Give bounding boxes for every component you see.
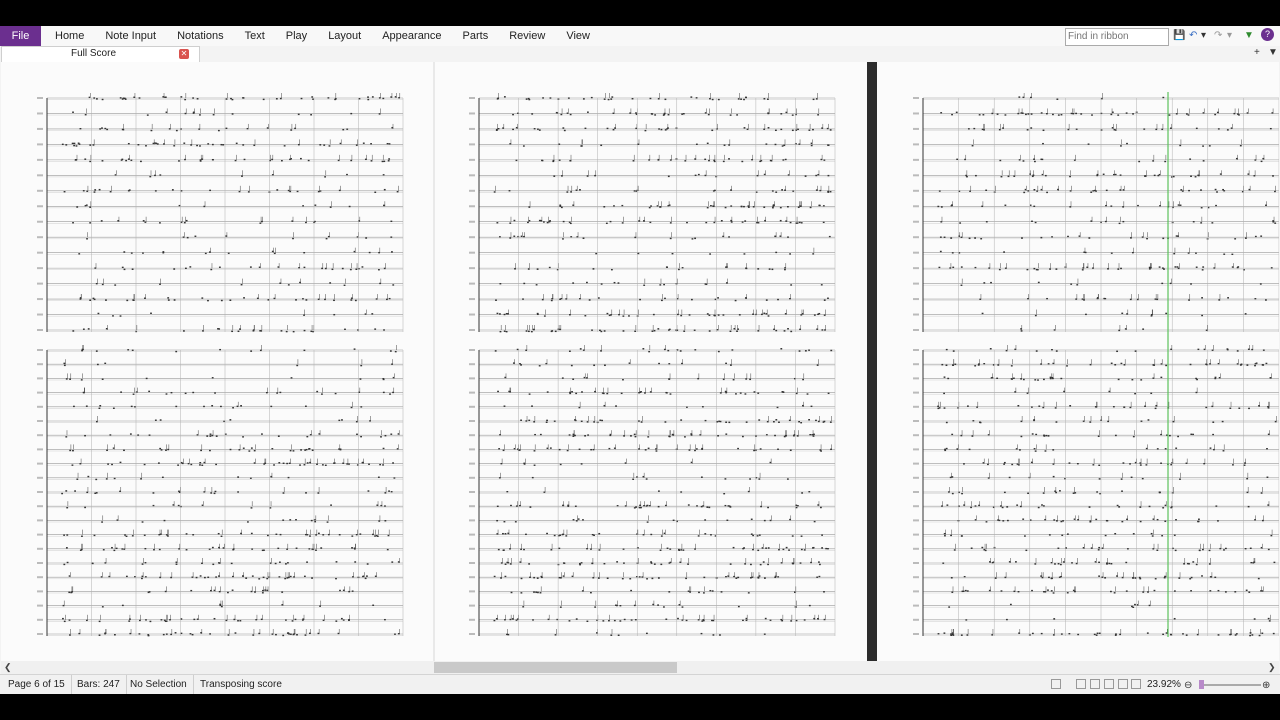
score-page-left xyxy=(1,62,433,661)
ribbon-bar: File Home Note Input Notations Text Play… xyxy=(0,26,1280,47)
new-tab-icon[interactable]: + xyxy=(1254,47,1260,58)
tab-play[interactable]: Play xyxy=(278,26,315,46)
score-page-left-music xyxy=(37,93,404,637)
document-tab-full-score[interactable]: Full Score ✕ xyxy=(1,46,200,62)
horizontal-scrollbar[interactable]: ❮ ❯ xyxy=(1,661,1279,674)
zoom-level[interactable]: 23.92% xyxy=(1147,675,1181,694)
sibelius-window: File Home Note Input Notations Text Play… xyxy=(0,26,1280,694)
score-page-right xyxy=(877,62,1279,661)
zoom-out-icon[interactable]: ⊖ xyxy=(1184,679,1192,692)
ribbon-tabs: Home Note Input Notations Text Play Layo… xyxy=(47,26,603,46)
panorama-view-icon[interactable] xyxy=(1076,679,1086,689)
tab-view[interactable]: View xyxy=(558,26,598,46)
tab-note-input[interactable]: Note Input xyxy=(97,26,164,46)
bars-count: Bars: 247 xyxy=(71,675,127,694)
tab-appearance[interactable]: Appearance xyxy=(374,26,449,46)
draft-view-icon[interactable] xyxy=(1051,679,1061,689)
minimize-ribbon-icon[interactable]: ▼ xyxy=(1244,29,1254,42)
scroll-left-icon[interactable]: ❮ xyxy=(4,661,12,674)
multipage-view-icon[interactable] xyxy=(1090,679,1100,689)
document-tab-bar: Full Score ✕ + ▼ xyxy=(0,46,1280,62)
document-tab-label: Full Score xyxy=(71,48,117,59)
undo-dropdown-icon[interactable]: ▾ xyxy=(1201,29,1206,42)
tab-layout[interactable]: Layout xyxy=(320,26,369,46)
file-tab[interactable]: File xyxy=(0,26,41,46)
save-icon[interactable]: 💾 xyxy=(1173,29,1185,42)
score-view[interactable] xyxy=(1,62,1279,661)
redo-icon[interactable]: ↷ xyxy=(1214,29,1222,42)
page-gap xyxy=(867,62,877,661)
score-page-middle-music xyxy=(469,93,836,636)
spread-view-icon[interactable] xyxy=(1104,679,1114,689)
transposing-status[interactable]: Transposing score xyxy=(194,675,288,694)
tab-parts[interactable]: Parts xyxy=(455,26,497,46)
zoom-slider-track[interactable] xyxy=(1199,684,1261,686)
zoom-in-icon[interactable]: ⊕ xyxy=(1262,679,1270,692)
find-in-ribbon-input[interactable] xyxy=(1065,28,1169,46)
scrollbar-thumb[interactable] xyxy=(434,662,677,673)
status-bar: Page 6 of 15 Bars: 247 No Selection Tran… xyxy=(0,674,1280,694)
tab-list-icon[interactable]: ▼ xyxy=(1268,47,1278,58)
single-page-view-icon[interactable] xyxy=(1118,679,1128,689)
tab-notations[interactable]: Notations xyxy=(169,26,231,46)
page-indicator[interactable]: Page 6 of 15 xyxy=(2,675,72,694)
undo-icon[interactable]: ↶ xyxy=(1189,29,1197,42)
tab-text[interactable]: Text xyxy=(237,26,273,46)
scroll-right-icon[interactable]: ❯ xyxy=(1268,661,1276,674)
tab-review[interactable]: Review xyxy=(501,26,553,46)
close-tab-icon[interactable]: ✕ xyxy=(179,49,189,59)
help-icon[interactable]: ? xyxy=(1261,28,1274,41)
fit-page-icon[interactable] xyxy=(1131,679,1141,689)
selection-status: No Selection xyxy=(124,675,194,694)
zoom-slider-handle[interactable] xyxy=(1199,680,1204,689)
score-page-right-music xyxy=(913,92,1279,637)
redo-dropdown-icon[interactable]: ▾ xyxy=(1227,29,1232,42)
score-page-middle xyxy=(435,62,867,661)
tab-home[interactable]: Home xyxy=(47,26,92,46)
